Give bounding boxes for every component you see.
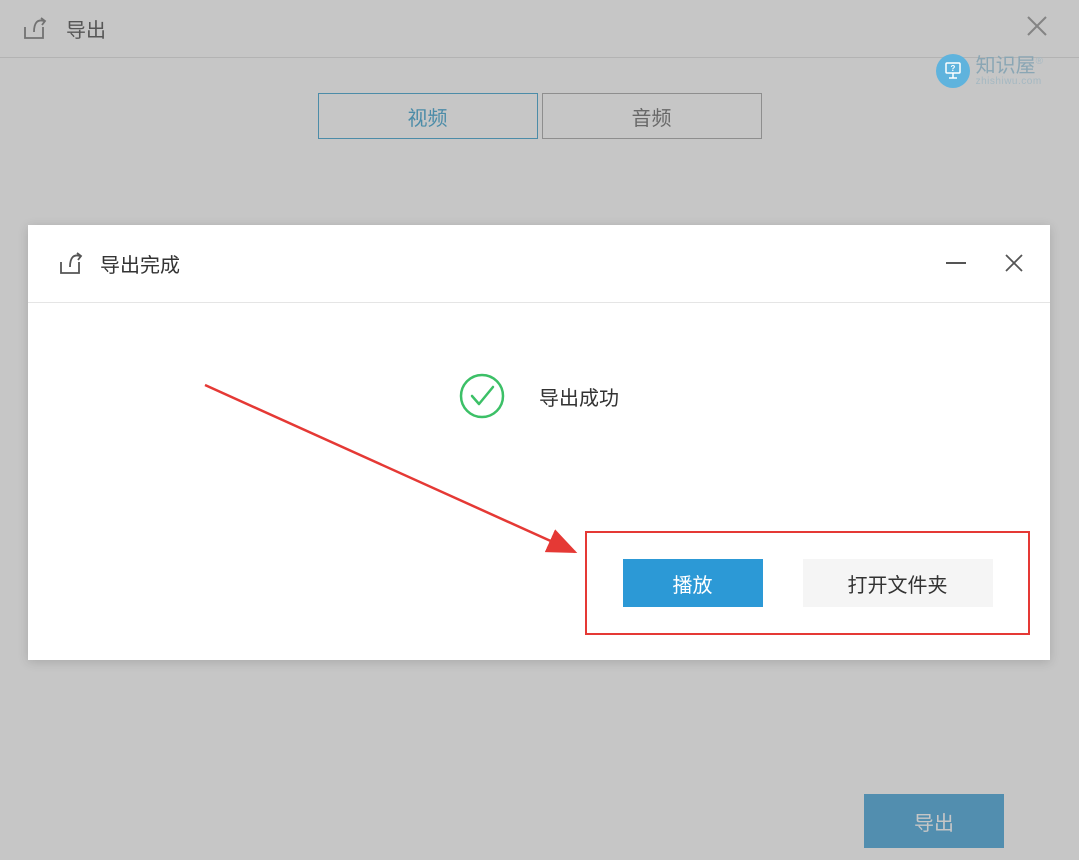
success-row: 导出成功	[459, 373, 619, 419]
modal-body: 导出成功 播放 打开文件夹	[28, 303, 1050, 660]
modal-header: 导出完成	[28, 225, 1050, 303]
modal-title: 导出完成	[100, 249, 180, 278]
watermark-sub: zhishiwu.com	[976, 76, 1043, 87]
watermark-main: 知识屋	[976, 56, 1036, 76]
open-folder-button[interactable]: 打开文件夹	[803, 559, 993, 607]
action-highlight-box: 播放 打开文件夹	[585, 531, 1030, 635]
watermark-logo-icon: ?	[936, 54, 970, 88]
minimize-icon[interactable]	[946, 262, 966, 264]
modal-window-controls	[946, 253, 1024, 273]
close-icon[interactable]	[1004, 253, 1024, 273]
export-icon	[56, 250, 84, 278]
success-text: 导出成功	[539, 382, 619, 411]
play-button[interactable]: 播放	[623, 559, 763, 607]
success-check-icon	[459, 373, 505, 419]
export-complete-modal: 导出完成 导出成功 播放 打开文件夹	[28, 225, 1050, 660]
watermark-reg: ®	[1036, 56, 1043, 67]
svg-text:?: ?	[950, 64, 955, 73]
watermark: ? 知识屋 ® zhishiwu.com	[936, 54, 1043, 88]
watermark-text: 知识屋 ® zhishiwu.com	[976, 56, 1043, 87]
